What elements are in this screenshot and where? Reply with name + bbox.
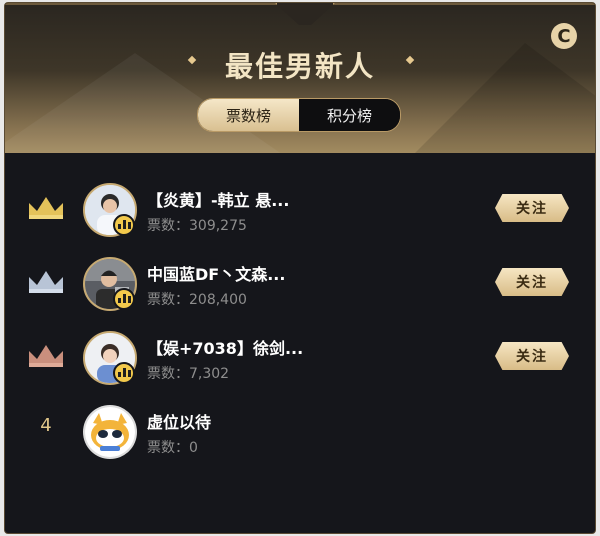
header-notch bbox=[275, 3, 335, 25]
follow-button[interactable]: 关注 bbox=[495, 342, 569, 370]
vote-count: 票数：7,302 bbox=[147, 366, 230, 382]
streamer-name[interactable]: 【娱+7038】徐剑... bbox=[147, 335, 303, 359]
tab-votes[interactable]: 票数榜 bbox=[198, 99, 299, 131]
ranking-row: 4 虚位以待 票数：0 bbox=[5, 391, 595, 463]
silver-crown-icon bbox=[29, 271, 63, 293]
streamer-name: 虚位以待 bbox=[147, 413, 212, 432]
follow-button[interactable]: 关注 bbox=[495, 268, 569, 296]
best-new-male-panel: 最佳男新人 C 票数榜 积分榜 【炎黄】-韩立 悬... 票数：309,275 … bbox=[4, 2, 596, 534]
streamer-name[interactable]: 中国蓝DF丶文森... bbox=[147, 261, 285, 285]
bronze-crown-icon bbox=[29, 345, 63, 367]
vote-count: 票数：208,400 bbox=[147, 292, 247, 308]
panel-header: 最佳男新人 C 票数榜 积分榜 bbox=[5, 3, 595, 153]
refresh-icon-button[interactable]: C bbox=[551, 23, 577, 49]
ranking-row: 【娱+7038】徐剑... 票数：7,302 关注 bbox=[5, 317, 595, 389]
live-icon bbox=[113, 214, 135, 236]
live-icon bbox=[113, 288, 135, 310]
streamer-name[interactable]: 【炎黄】-韩立 悬... bbox=[147, 187, 289, 211]
vote-count: 票数：0 bbox=[147, 440, 198, 456]
panel-title: 最佳男新人 bbox=[224, 50, 375, 83]
live-icon bbox=[113, 362, 135, 384]
tab-points[interactable]: 积分榜 bbox=[299, 99, 400, 131]
ranking-row: 中国蓝DF丶文森... 票数：208,400 关注 bbox=[5, 243, 595, 315]
vote-count: 票数：309,275 bbox=[147, 218, 247, 234]
ranking-tabs: 票数榜 积分榜 bbox=[197, 98, 401, 132]
gold-crown-icon bbox=[29, 197, 63, 219]
follow-button[interactable]: 关注 bbox=[495, 194, 569, 222]
ranking-row: 【炎黄】-韩立 悬... 票数：309,275 关注 bbox=[5, 169, 595, 241]
rank-number: 4 bbox=[40, 415, 52, 436]
placeholder-avatar bbox=[83, 405, 137, 459]
